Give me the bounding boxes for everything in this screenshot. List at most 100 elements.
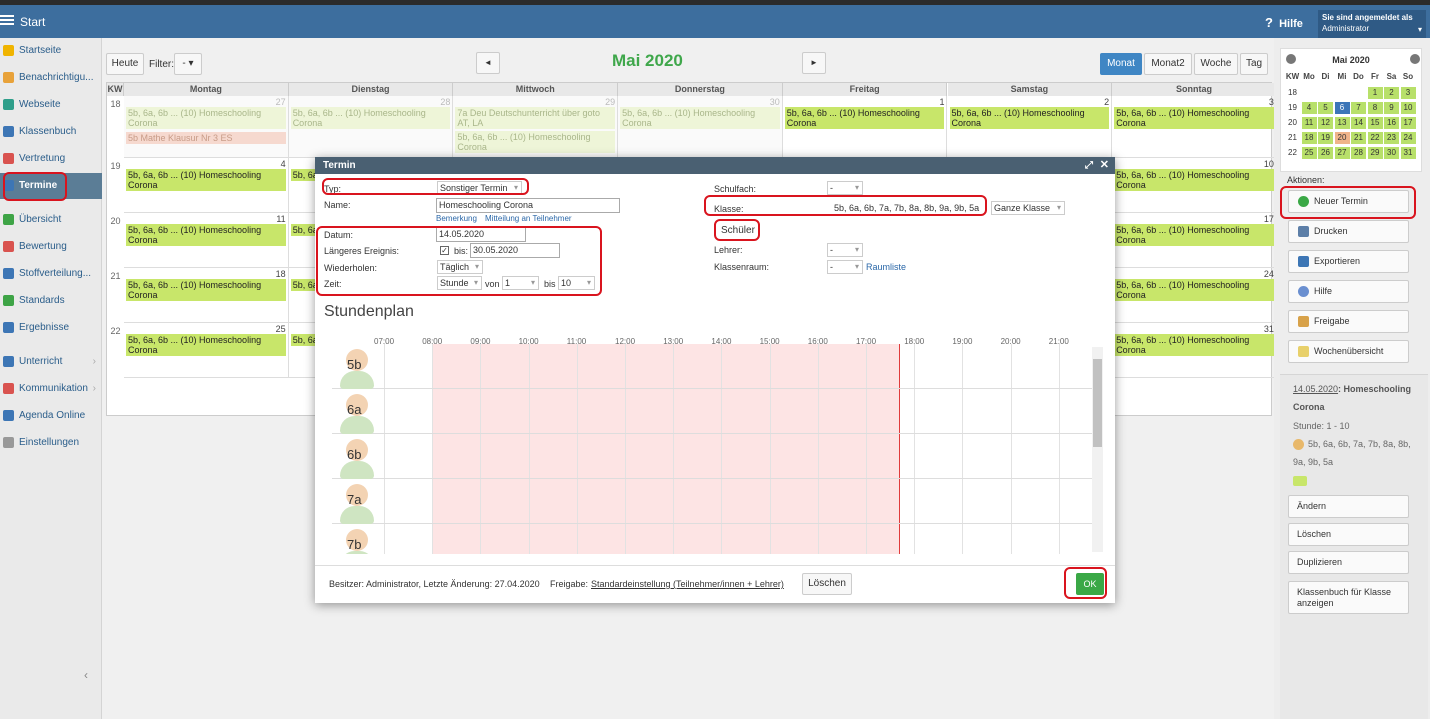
calendar-event[interactable]: 5b, 6a, 6b ... (10) Homeschooling Corona: [620, 107, 780, 129]
bemerkung-link[interactable]: Bemerkung: [436, 214, 477, 223]
user-menu[interactable]: Sie sind angemeldet als Administrator ▾: [1318, 10, 1426, 38]
sidebar-item-10[interactable]: Ergebnisse: [0, 315, 102, 341]
sidebar-item-12[interactable]: Kommunikation ›: [0, 376, 102, 402]
calendar-event[interactable]: 5b, 6a, 6b ... (10) Homeschooling Corona: [1114, 224, 1274, 246]
mini-day[interactable]: 25: [1301, 147, 1317, 159]
name-input[interactable]: Homeschooling Corona: [436, 198, 620, 213]
mini-day[interactable]: [1302, 87, 1317, 99]
mini-day[interactable]: [1335, 87, 1350, 99]
action-button-1[interactable]: Drucken: [1288, 220, 1409, 243]
week-number[interactable]: 18: [107, 96, 124, 158]
mini-day[interactable]: 17: [1400, 117, 1416, 129]
sidebar-item-6[interactable]: Übersicht: [0, 207, 102, 233]
sidebar-item-1[interactable]: Benachrichtigu...: [0, 65, 102, 91]
calendar-event[interactable]: 5b, 6a, 6b ... (10) Homeschooling Corona: [290, 107, 451, 129]
week-number[interactable]: 20: [107, 213, 124, 268]
day-cell[interactable]: 27 5b, 6a, 6b ... (10) Homeschooling Coro…: [124, 96, 289, 158]
mini-day[interactable]: 27: [1334, 147, 1350, 159]
delete-button[interactable]: Löschen: [802, 573, 852, 595]
action-button-4[interactable]: Freigabe: [1288, 310, 1409, 333]
calendar-event[interactable]: 7a Deu Deutschunterricht über goto AT, L…: [455, 107, 616, 129]
day-cell[interactable]: 3 5b, 6a, 6b ... (10) Homeschooling Coron…: [1112, 96, 1277, 158]
ganze-klasse-select[interactable]: Ganze Klasse ▾: [991, 201, 1065, 215]
hamburger-menu-icon[interactable]: [0, 13, 14, 27]
day-cell[interactable]: 31 5b, 6a, 6b ... (10) Homeschooling Coro…: [1112, 323, 1277, 378]
sidebar-item-14[interactable]: Einstellungen: [0, 430, 102, 456]
mini-day[interactable]: 2: [1384, 87, 1399, 99]
day-cell[interactable]: 10 5b, 6a, 6b ... (10) Homeschooling Coro…: [1112, 158, 1277, 213]
mini-day[interactable]: 15: [1367, 117, 1383, 129]
view-monat-button[interactable]: Monat: [1100, 53, 1142, 75]
sidebar-item-13[interactable]: Agenda Online: [0, 403, 102, 429]
expand-icon[interactable]: ⤢: [1085, 157, 1093, 174]
calendar-event[interactable]: 5b, 6a, 6b ... (10) Homeschooling Corona: [784, 107, 945, 129]
filter-select[interactable]: - ▾: [174, 53, 202, 75]
today-button[interactable]: Heute: [106, 53, 144, 75]
mini-day[interactable]: 9: [1384, 102, 1399, 114]
mini-day[interactable]: 18: [1301, 132, 1317, 144]
calendar-event[interactable]: 5b, 6a, 6b ... (10) Homeschooling Corona: [455, 131, 616, 153]
sidebar-item-9[interactable]: Standards: [0, 288, 102, 314]
mini-day[interactable]: 12: [1318, 117, 1333, 129]
mini-day[interactable]: 3: [1400, 87, 1416, 99]
schulfach-select[interactable]: - ▾: [827, 181, 863, 195]
mini-day[interactable]: 29: [1367, 147, 1383, 159]
mini-day[interactable]: 7: [1351, 102, 1366, 114]
mini-day[interactable]: 6: [1334, 102, 1350, 114]
day-cell[interactable]: 24 5b, 6a, 6b ... (10) Homeschooling Coro…: [1112, 268, 1277, 323]
mini-day[interactable]: 28: [1351, 147, 1366, 159]
calendar-event[interactable]: 5b, 6a, 6b ... (10) Homeschooling Corona: [1114, 334, 1274, 356]
info-button-1[interactable]: Löschen: [1288, 523, 1409, 546]
sidebar-item-0[interactable]: Startseite: [0, 38, 102, 64]
sidebar-item-2[interactable]: Webseite: [0, 92, 102, 118]
calendar-event[interactable]: 5b Mathe Klausur Nr 3 ES: [126, 132, 286, 144]
sidebar-item-4[interactable]: Vertretung: [0, 146, 102, 172]
calendar-event[interactable]: 5b, 6a, 6b ... (10) Homeschooling Corona: [126, 279, 286, 301]
mini-day[interactable]: [1318, 87, 1333, 99]
collapse-sidebar-icon[interactable]: ‹: [84, 668, 88, 682]
mini-day[interactable]: 5: [1318, 102, 1333, 114]
day-cell[interactable]: 11 5b, 6a, 6b ... (10) Homeschooling Coro…: [124, 213, 289, 268]
calendar-event[interactable]: 5b, 6a, 6b ... (10) Homeschooling Corona: [126, 107, 286, 129]
close-icon[interactable]: ✕: [1100, 157, 1109, 174]
mitteilung-link[interactable]: Mitteilung an Teilnehmer: [485, 214, 572, 223]
mini-next-icon[interactable]: [1410, 54, 1420, 64]
schedule-scrollbar[interactable]: [1092, 347, 1103, 552]
day-cell[interactable]: 18 5b, 6a, 6b ... (10) Homeschooling Coro…: [124, 268, 289, 323]
mini-day[interactable]: 20: [1334, 132, 1350, 144]
mini-day[interactable]: 4: [1301, 102, 1317, 114]
week-number[interactable]: 21: [107, 268, 124, 323]
day-cell[interactable]: 30 5b, 6a, 6b ... (10) Homeschooling Coro…: [618, 96, 783, 158]
mini-day[interactable]: 31: [1400, 147, 1416, 159]
calendar-event[interactable]: 5b, 6a, 6b ... (10) Homeschooling Corona: [1114, 279, 1274, 301]
view-monat2-button[interactable]: Monat2: [1144, 53, 1192, 75]
sidebar-item-3[interactable]: Klassenbuch: [0, 119, 102, 145]
mini-day[interactable]: [1351, 87, 1366, 99]
info-button-3[interactable]: Klassenbuch für Klasse anzeigen: [1288, 581, 1409, 614]
week-number[interactable]: 22: [107, 323, 124, 378]
sidebar-item-8[interactable]: Stoffverteilung...: [0, 261, 102, 287]
action-button-3[interactable]: Hilfe: [1288, 280, 1409, 303]
mini-day[interactable]: 26: [1318, 147, 1333, 159]
freigabe-link[interactable]: Standardeinstellung (Teilnehmer/innen + …: [591, 579, 784, 589]
calendar-event[interactable]: 5b, 6a, 6b ... (10) Homeschooling Corona: [126, 169, 286, 191]
day-cell[interactable]: 1 5b, 6a, 6b ... (10) Homeschooling Coron…: [782, 96, 948, 158]
app-title[interactable]: Start: [20, 15, 45, 29]
mini-day[interactable]: 24: [1400, 132, 1416, 144]
calendar-event[interactable]: 5b, 6a, 6b ... (10) Homeschooling Corona: [1114, 107, 1274, 129]
view-tag-button[interactable]: Tag: [1240, 53, 1268, 75]
day-cell[interactable]: 28 5b, 6a, 6b ... (10) Homeschooling Coro…: [288, 96, 454, 158]
lehrer-select[interactable]: - ▾: [827, 243, 863, 257]
mini-day[interactable]: 14: [1351, 117, 1366, 129]
calendar-event[interactable]: 5b, 6a, 6b ... (10) Homeschooling Corona: [1114, 169, 1274, 191]
next-month-button[interactable]: ►: [802, 52, 826, 74]
info-button-2[interactable]: Duplizieren: [1288, 551, 1409, 574]
sidebar-item-7[interactable]: Bewertung: [0, 234, 102, 260]
day-cell[interactable]: 17 5b, 6a, 6b ... (10) Homeschooling Coro…: [1112, 213, 1277, 268]
day-cell[interactable]: 4 5b, 6a, 6b ... (10) Homeschooling Coron…: [124, 158, 289, 213]
mini-day[interactable]: 22: [1367, 132, 1383, 144]
action-button-2[interactable]: Exportieren: [1288, 250, 1409, 273]
mini-day[interactable]: 8: [1367, 102, 1383, 114]
calendar-event[interactable]: 5b, 6a, 6b ... (10) Homeschooling Corona: [126, 224, 286, 246]
day-cell[interactable]: 2 5b, 6a, 6b ... (10) Homeschooling Coron…: [947, 96, 1113, 158]
